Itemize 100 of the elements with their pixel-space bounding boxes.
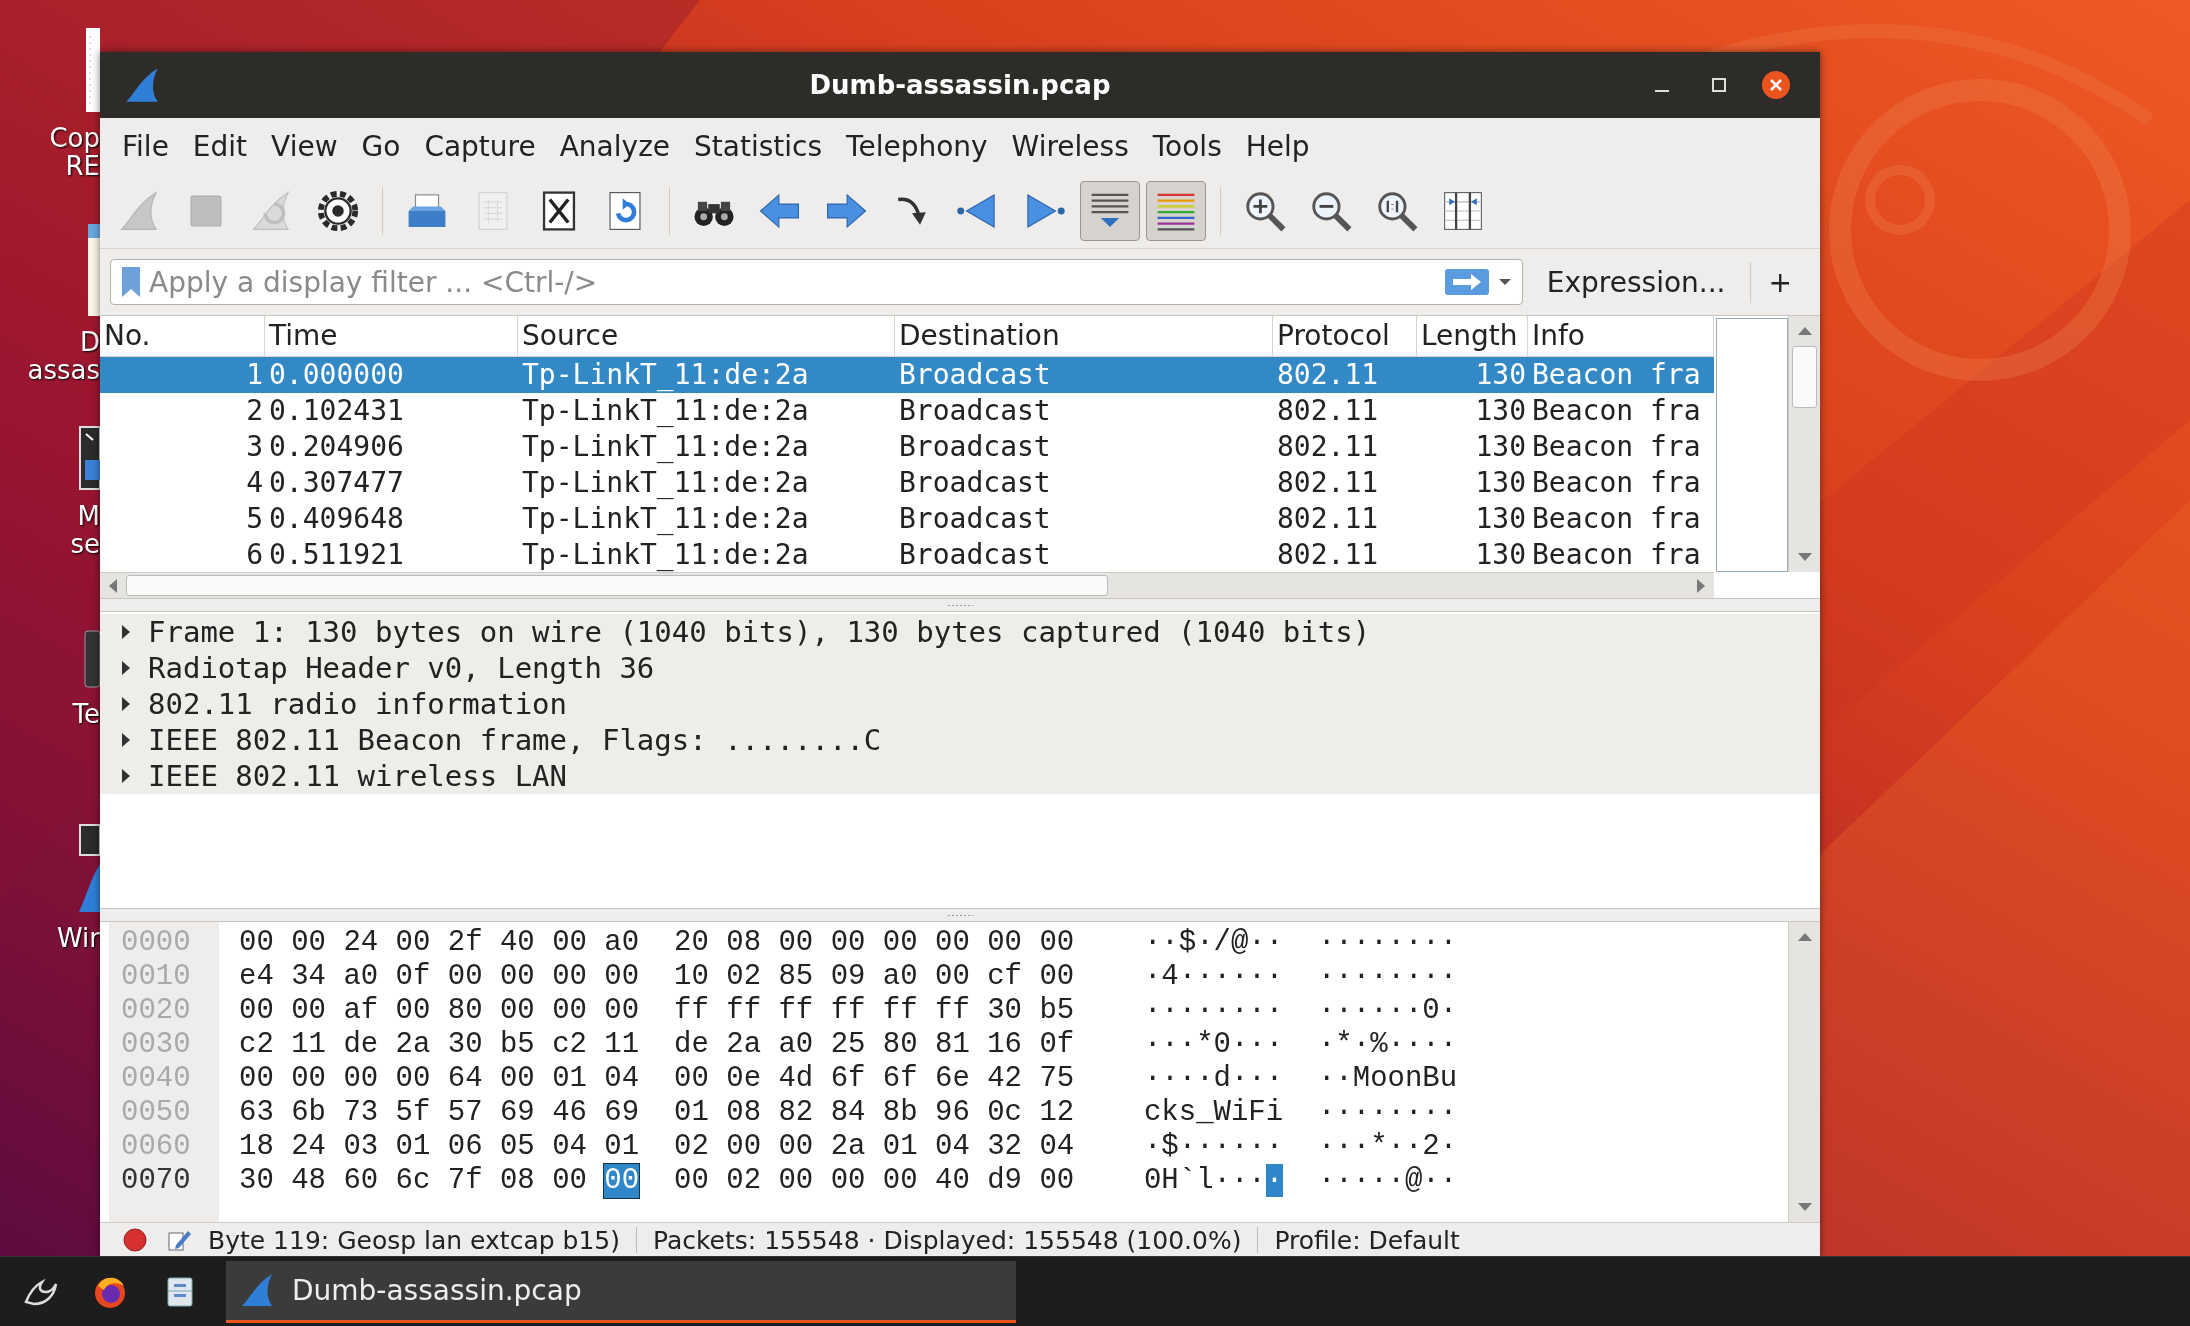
hex-byte[interactable]: 6f [882, 1062, 918, 1096]
hex-byte[interactable]: 04 [1039, 1130, 1075, 1164]
hex-byte[interactable]: d9 [987, 1164, 1022, 1198]
menu-item[interactable]: View [259, 125, 350, 167]
hex-byte[interactable]: 01 [395, 1130, 431, 1164]
hex-byte[interactable]: 96 [935, 1096, 970, 1130]
taskbar-window-button[interactable]: Dumb-assassin.pcap [226, 1260, 1016, 1323]
hex-byte[interactable]: 00 [552, 994, 587, 1028]
hex-byte[interactable]: 01 [674, 1096, 709, 1130]
hex-byte[interactable]: 00 [499, 1062, 535, 1096]
hex-byte[interactable]: 6b [291, 1096, 326, 1130]
hex-byte[interactable]: 00 [987, 926, 1022, 960]
hex-byte[interactable]: 48 [291, 1164, 326, 1198]
menu-item[interactable]: File [110, 125, 181, 167]
hex-byte[interactable]: 6f [830, 1062, 866, 1096]
hex-byte[interactable]: 00 [604, 994, 640, 1028]
hex-byte[interactable]: 00 [395, 1062, 431, 1096]
hex-byte[interactable]: 73 [343, 1096, 379, 1130]
hex-byte[interactable]: 00 [830, 926, 866, 960]
expand-arrow-icon[interactable] [120, 624, 132, 640]
hex-byte[interactable]: 16 [987, 1028, 1022, 1062]
hex-byte[interactable]: a0 [882, 960, 918, 994]
hex-byte[interactable]: 00 [552, 926, 587, 960]
column-header[interactable]: Source [518, 316, 895, 356]
hex-byte[interactable]: 00 [239, 994, 274, 1028]
hex-byte[interactable]: de [343, 1028, 379, 1062]
hex-byte[interactable]: 03 [343, 1130, 379, 1164]
hex-byte[interactable]: ff [935, 994, 970, 1028]
hex-byte[interactable]: 00 [778, 1164, 814, 1198]
menu-item[interactable]: Capture [412, 125, 548, 167]
hex-byte[interactable]: 0f [395, 960, 431, 994]
hex-byte[interactable]: 34 [291, 960, 326, 994]
hex-byte[interactable]: b5 [1039, 994, 1075, 1028]
hex-byte[interactable]: ff [674, 994, 709, 1028]
hex-byte[interactable]: 30 [239, 1164, 274, 1198]
scrollbar[interactable] [1788, 922, 1820, 1222]
add-button[interactable]: + [1749, 261, 1810, 303]
hex-byte[interactable]: 0e [726, 1062, 762, 1096]
menu-item[interactable]: Tools [1140, 125, 1234, 167]
hex-byte[interactable]: 06 [447, 1130, 483, 1164]
hex-byte[interactable]: 04 [935, 1130, 970, 1164]
hex-byte[interactable]: 82 [778, 1096, 814, 1130]
hex-byte[interactable]: 00 [778, 926, 814, 960]
hex-byte[interactable]: ff [726, 994, 762, 1028]
packet-row[interactable]: 4 0.307477 Tp-LinkT_11:de:2a Broadcast 802.11 130 Beacon fra [100, 465, 1714, 501]
hex-byte[interactable]: 69 [499, 1096, 535, 1130]
selected-char[interactable]: · [1265, 1164, 1284, 1197]
hex-byte[interactable]: e4 [239, 960, 274, 994]
menu-item[interactable]: Statistics [682, 125, 835, 167]
hex-byte[interactable]: 04 [604, 1062, 640, 1096]
hex-byte[interactable]: 00 [674, 1062, 709, 1096]
hex-byte[interactable]: 24 [343, 926, 379, 960]
menu-item[interactable]: Analyze [547, 125, 683, 167]
hex-byte[interactable]: 64 [447, 1062, 483, 1096]
hex-byte[interactable]: 00 [882, 926, 918, 960]
hex-byte[interactable]: 00 [291, 926, 326, 960]
hex-byte[interactable]: 00 [395, 926, 431, 960]
tree-row[interactable]: 802.11 radio information [100, 686, 1820, 722]
hex-byte[interactable]: 2f [447, 926, 483, 960]
expression-button[interactable]: Expression... [1532, 261, 1740, 303]
tree-row[interactable]: Radiotap Header v0, Length 36 [100, 650, 1820, 686]
hex-byte[interactable]: 85 [778, 960, 814, 994]
hex-byte[interactable]: 30 [447, 1028, 483, 1062]
hex-byte[interactable]: 00 [830, 1164, 866, 1198]
packet-row[interactable]: 3 0.204906 Tp-LinkT_11:de:2a Broadcast 802.11 130 Beacon fra [100, 429, 1714, 465]
bookmark-icon[interactable] [119, 265, 143, 299]
hex-byte[interactable]: de [674, 1028, 709, 1062]
hex-byte[interactable]: 00 [499, 960, 535, 994]
hex-byte[interactable]: ff [882, 994, 918, 1028]
hex-byte[interactable]: 00 [778, 1130, 814, 1164]
hex-byte[interactable]: 60 [343, 1164, 379, 1198]
hex-byte[interactable]: 12 [1039, 1096, 1075, 1130]
hex-byte[interactable]: 69 [604, 1096, 640, 1130]
hex-byte[interactable]: c2 [239, 1028, 274, 1062]
hex-byte[interactable]: ff [778, 994, 814, 1028]
hex-byte[interactable]: ff [830, 994, 866, 1028]
menu-item[interactable]: Help [1233, 125, 1322, 167]
hex-byte[interactable]: 2a [830, 1130, 866, 1164]
hex-byte[interactable]: 00 [1039, 926, 1075, 960]
hex-byte[interactable]: a0 [778, 1028, 814, 1062]
hex-byte[interactable]: 2a [726, 1028, 762, 1062]
hex-byte[interactable]: 00 [291, 994, 326, 1028]
column-header[interactable]: Protocol [1273, 316, 1417, 356]
hex-byte[interactable]: 84 [830, 1096, 866, 1130]
scroll-thumb[interactable] [1792, 346, 1817, 408]
hex-byte[interactable]: 08 [726, 1096, 762, 1130]
hex-byte[interactable]: 75 [1039, 1062, 1075, 1096]
hex-byte[interactable]: 09 [830, 960, 866, 994]
hex-byte[interactable]: c2 [552, 1028, 587, 1062]
hex-byte[interactable]: 10 [674, 960, 709, 994]
filter-field[interactable]: Apply a display filter ... <Ctrl-/> [110, 259, 1523, 305]
hex-byte[interactable]: 0f [1039, 1028, 1075, 1062]
status-dot-icon[interactable] [122, 1227, 148, 1253]
hex-byte[interactable]: 8b [882, 1096, 918, 1130]
hex-byte[interactable]: 24 [291, 1130, 326, 1164]
hex-byte[interactable]: 00 [552, 1164, 587, 1198]
expand-arrow-icon[interactable] [120, 660, 132, 676]
hex-byte[interactable]: 00 [447, 960, 483, 994]
hex-byte[interactable]: 00 [291, 1062, 326, 1096]
column-header[interactable]: Destination [895, 316, 1273, 356]
